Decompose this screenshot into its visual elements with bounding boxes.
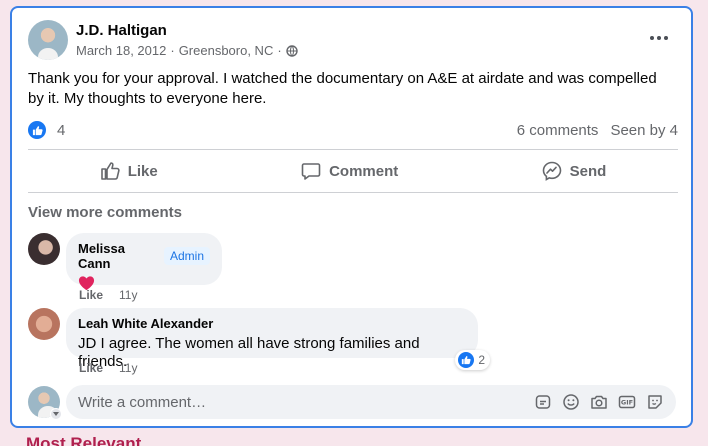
comment-like-link[interactable]: Like — [79, 288, 103, 302]
post-header: J.D. Haltigan March 18, 2012 · Greensbor… — [28, 20, 298, 60]
like-reaction-icon[interactable] — [28, 121, 46, 139]
comment-bubble: Melissa Cann Admin — [66, 233, 222, 291]
sticker-icon[interactable] — [534, 393, 552, 411]
like-reaction-icon — [458, 352, 475, 368]
comment-actions: Like 11y — [79, 288, 137, 302]
admin-badge: Admin — [163, 247, 210, 265]
chevron-down-icon — [50, 408, 62, 420]
composer-avatar-wrap[interactable] — [28, 386, 62, 420]
comment-input-placeholder[interactable]: Write a comment… — [78, 394, 534, 411]
meta-separator: · — [170, 43, 175, 58]
comment-button-label: Comment — [329, 162, 399, 180]
post-date[interactable]: March 18, 2012 — [76, 43, 166, 58]
send-button-label: Send — [569, 162, 607, 180]
svg-text:GIF: GIF — [621, 399, 633, 407]
comment-composer: Write a comment… GIF — [28, 385, 676, 420]
commenter-avatar[interactable] — [28, 308, 60, 340]
sticker-face-icon[interactable] — [646, 393, 664, 411]
reaction-count[interactable]: 4 — [57, 122, 65, 139]
camera-icon[interactable] — [590, 393, 608, 411]
like-button[interactable]: Like — [80, 155, 178, 187]
messenger-icon — [542, 161, 562, 181]
globe-icon[interactable] — [285, 44, 298, 57]
comment: Melissa Cann Admin — [28, 233, 222, 291]
more-options-button[interactable] — [647, 30, 671, 46]
divider — [28, 192, 678, 193]
commenter-name[interactable]: Leah White Alexander — [78, 316, 466, 331]
like-button-label: Like — [127, 162, 158, 180]
divider — [28, 149, 678, 150]
comment-input[interactable]: Write a comment… GIF — [66, 385, 676, 419]
thumbs-up-icon — [100, 161, 120, 181]
reactions-row: 4 6 comments Seen by 4 — [28, 120, 678, 140]
post-card: J.D. Haltigan March 18, 2012 · Greensbor… — [10, 6, 693, 428]
comment: Leah White Alexander JD I agree. The wom… — [28, 308, 490, 370]
comment-reaction-count: 2 — [478, 353, 485, 367]
post-text: Thank you for your approval. I watched t… — [28, 70, 657, 107]
meta-separator: · — [277, 43, 282, 58]
post-actions: Like Comment Send — [28, 151, 678, 191]
view-more-comments-link[interactable]: View more comments — [28, 204, 182, 221]
comments-count-link[interactable]: 6 comments — [517, 122, 599, 139]
comment-actions: Like 11y — [79, 361, 137, 375]
seen-by-link[interactable]: Seen by 4 — [610, 122, 678, 139]
author-name[interactable]: J.D. Haltigan — [76, 22, 298, 39]
gif-icon[interactable]: GIF — [618, 393, 636, 411]
post-meta: March 18, 2012 · Greensboro, NC · — [76, 43, 298, 58]
dot-icon — [650, 36, 654, 40]
commenter-name[interactable]: Melissa Cann — [78, 241, 156, 271]
comment-reaction-summary[interactable]: 2 — [455, 350, 490, 370]
comment-bubble: Leah White Alexander JD I agree. The wom… — [66, 308, 490, 370]
post-stats: 6 comments Seen by 4 — [517, 122, 678, 139]
send-button[interactable]: Send — [522, 155, 627, 187]
background-heading: Most Relevant — [26, 434, 142, 446]
comment-like-link[interactable]: Like — [79, 361, 103, 375]
composer-icons: GIF — [534, 393, 664, 411]
post-header-text: J.D. Haltigan March 18, 2012 · Greensbor… — [76, 22, 298, 58]
comment-icon — [301, 161, 321, 181]
comment-age[interactable]: 11y — [119, 361, 137, 375]
commenter-avatar[interactable] — [28, 233, 60, 265]
dot-icon — [657, 36, 661, 40]
commenter-name-row: Melissa Cann Admin — [78, 241, 210, 271]
author-avatar[interactable] — [28, 20, 68, 60]
comment-button[interactable]: Comment — [281, 155, 418, 187]
comment-age[interactable]: 11y — [119, 288, 137, 302]
dot-icon — [664, 36, 668, 40]
post-location[interactable]: Greensboro, NC — [179, 43, 274, 58]
emoji-icon[interactable] — [562, 393, 580, 411]
